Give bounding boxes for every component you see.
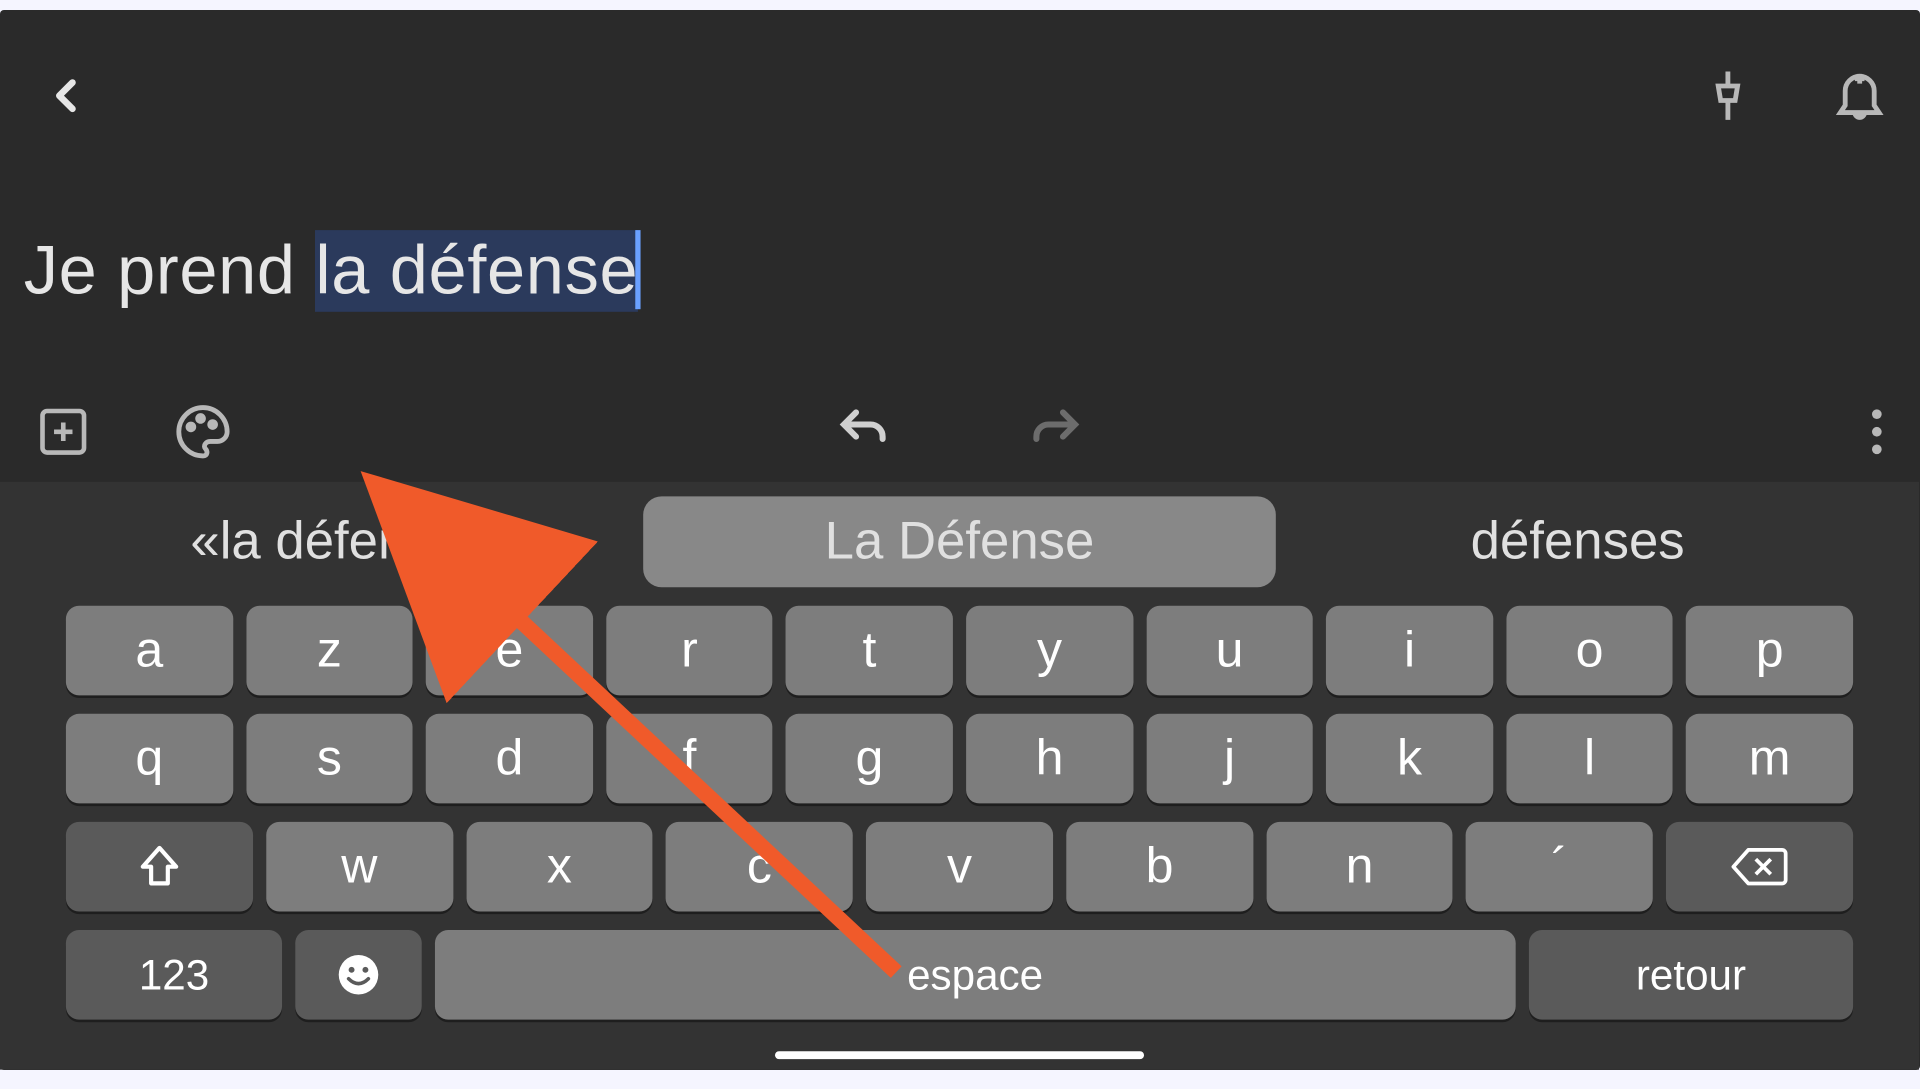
key-c[interactable]: c [666, 822, 853, 912]
key-t[interactable]: t [786, 606, 953, 696]
backspace-icon [1729, 844, 1790, 889]
key-emoji[interactable] [295, 930, 421, 1020]
palette-icon [174, 403, 232, 461]
key-i[interactable]: i [1326, 606, 1493, 696]
key-z[interactable]: z [246, 606, 413, 696]
key-space[interactable]: espace [435, 930, 1516, 1020]
on-screen-keyboard: «la défense» La Défense défenses a z e r… [0, 482, 1919, 1070]
more-button[interactable] [1840, 395, 1914, 469]
key-backspace[interactable] [1666, 822, 1853, 912]
bell-icon [1831, 67, 1889, 125]
suggestion-center[interactable]: La Défense [643, 496, 1276, 587]
undo-icon [834, 403, 892, 461]
key-j[interactable]: j [1146, 714, 1313, 804]
key-h[interactable]: h [966, 714, 1133, 804]
key-g[interactable]: g [786, 714, 953, 804]
redo-button[interactable] [1019, 395, 1093, 469]
emoji-icon [335, 951, 382, 998]
pin-button[interactable] [1695, 63, 1761, 129]
key-e[interactable]: e [426, 606, 593, 696]
note-body[interactable]: Je prend la défense [24, 231, 1896, 314]
key-w[interactable]: w [266, 822, 453, 912]
key-l[interactable]: l [1506, 714, 1673, 804]
key-m[interactable]: m [1686, 714, 1853, 804]
key-d[interactable]: d [426, 714, 593, 804]
back-button[interactable] [26, 56, 105, 135]
key-p[interactable]: p [1686, 606, 1853, 696]
note-text-selected: la défense [315, 230, 638, 312]
key-q[interactable]: q [66, 714, 233, 804]
undo-button[interactable] [826, 395, 900, 469]
key-row-2: q s d f g h j k l m [66, 714, 1853, 804]
key-b[interactable]: b [1066, 822, 1253, 912]
pin-icon [1699, 67, 1757, 125]
format-toolbar [0, 386, 1919, 478]
suggestion-row: «la défense» La Défense défenses [0, 482, 1919, 601]
key-accent[interactable]: ´ [1466, 822, 1653, 912]
app-header [0, 10, 1919, 181]
key-v[interactable]: v [866, 822, 1053, 912]
key-s[interactable]: s [246, 714, 413, 804]
add-box-button[interactable] [26, 395, 100, 469]
key-numeric[interactable]: 123 [66, 930, 282, 1020]
reminder-button[interactable] [1827, 63, 1893, 129]
text-cursor [636, 230, 641, 309]
key-k[interactable]: k [1326, 714, 1493, 804]
key-a[interactable]: a [66, 606, 233, 696]
key-row-3: w x c v b n ´ [66, 822, 1853, 912]
shift-icon [134, 842, 184, 892]
suggestion-right[interactable]: défenses [1315, 498, 1840, 584]
back-icon [40, 69, 93, 122]
key-y[interactable]: y [966, 606, 1133, 696]
more-icon [1869, 405, 1885, 458]
palette-button[interactable] [166, 395, 240, 469]
redo-icon [1027, 403, 1085, 461]
key-r[interactable]: r [606, 606, 773, 696]
suggestion-left[interactable]: «la défense» [79, 498, 604, 584]
key-u[interactable]: u [1146, 606, 1313, 696]
key-n[interactable]: n [1266, 822, 1453, 912]
key-shift[interactable] [66, 822, 253, 912]
add-box-icon [36, 404, 91, 459]
key-f[interactable]: f [606, 714, 773, 804]
key-x[interactable]: x [466, 822, 653, 912]
note-text-plain: Je prend [24, 233, 316, 309]
home-indicator[interactable] [775, 1051, 1144, 1059]
key-return[interactable]: retour [1529, 930, 1853, 1020]
key-row-1: a z e r t y u i o p [66, 606, 1853, 696]
key-row-4: 123 espace retour [66, 930, 1853, 1020]
key-o[interactable]: o [1506, 606, 1673, 696]
